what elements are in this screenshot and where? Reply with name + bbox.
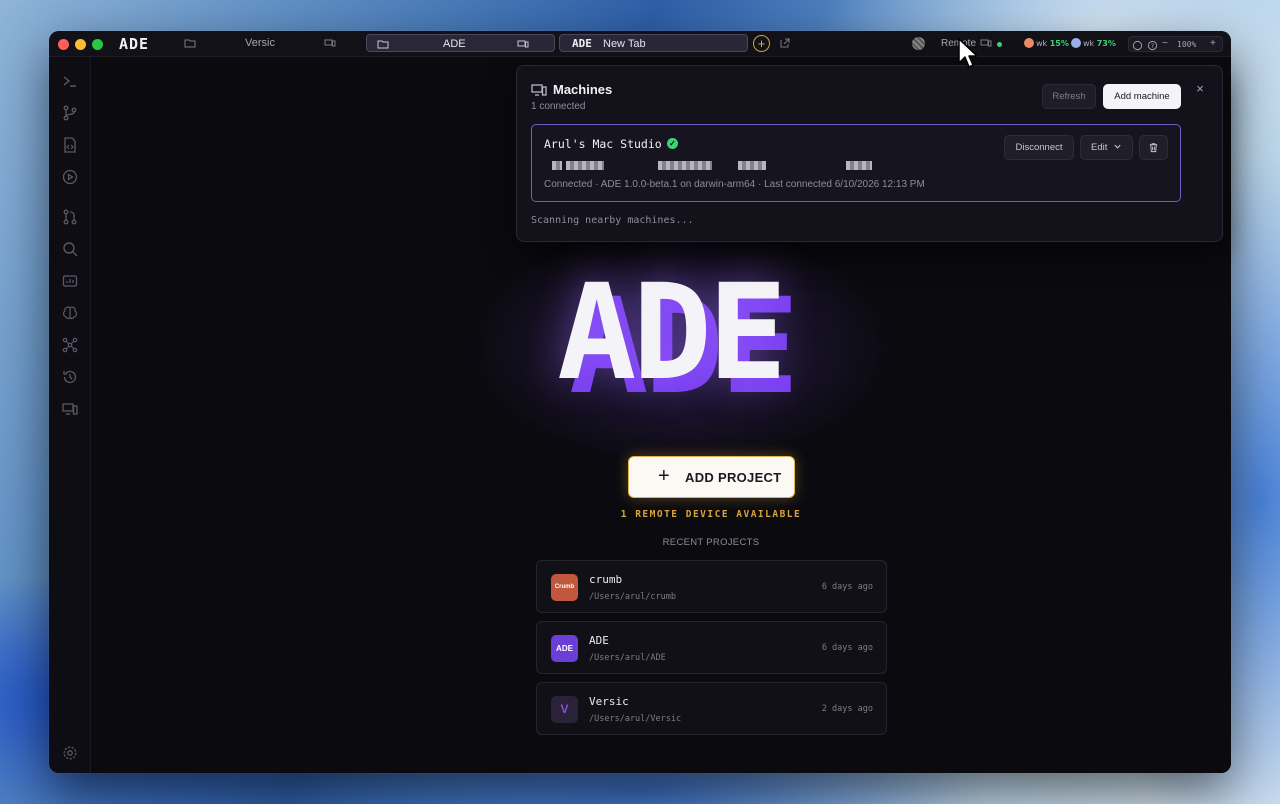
zoom-in-button[interactable]: + — [1210, 38, 1216, 49]
hero-logo: ADE ADE — [557, 256, 887, 417]
zoom-window-button[interactable] — [92, 39, 103, 50]
git-branch-icon[interactable] — [62, 105, 78, 121]
hero-logo-text: ADE — [557, 256, 787, 410]
usage-meter-2[interactable]: wk 73% — [1071, 38, 1116, 48]
edit-button[interactable]: Edit — [1080, 135, 1133, 160]
recent-project-crumb[interactable]: Crumb crumb /Users/arul/crumb 6 days ago — [536, 560, 887, 613]
folder-icon — [377, 38, 389, 50]
project-name: Versic — [589, 695, 629, 708]
recent-project-ade[interactable]: ADE ADE /Users/arul/ADE 6 days ago — [536, 621, 887, 674]
folder-icon — [184, 37, 196, 49]
project-time: 6 days ago — [821, 582, 873, 592]
machine-name: Arul's Mac Studio — [544, 137, 662, 151]
delete-machine-button[interactable] — [1139, 135, 1168, 160]
recent-projects-title: RECENT PROJECTS — [662, 537, 760, 548]
tab-new-tab[interactable]: ADE New Tab — [559, 34, 748, 52]
usage-prefix: wk — [1083, 39, 1095, 48]
tab-label: New Tab — [603, 38, 646, 50]
zoom-level: 100% — [1177, 40, 1197, 49]
redacted-text — [566, 161, 604, 170]
redacted-text — [552, 161, 562, 170]
project-icon: ADE — [551, 635, 578, 662]
remote-device-icon — [517, 38, 529, 50]
plus-icon: + — [658, 465, 670, 487]
brain-icon[interactable] — [62, 305, 78, 321]
machines-panel: Machines 1 connected Refresh Add machine… — [516, 65, 1223, 242]
title-bar: ADE Versic ADE ADE New Tab + Remote — [49, 31, 1231, 57]
workflow-icon[interactable] — [62, 337, 78, 353]
close-window-button[interactable] — [58, 39, 69, 50]
disconnect-button[interactable]: Disconnect — [1004, 135, 1074, 160]
remote-device-icon — [980, 37, 992, 49]
tab-versic[interactable]: Versic — [245, 37, 275, 49]
terminal-icon[interactable] — [62, 73, 78, 89]
app-logo: ADE — [119, 35, 150, 53]
devices-icon — [531, 83, 547, 97]
project-path: /Users/arul/crumb — [589, 592, 676, 602]
zoom-controls: ? − 100% + — [1128, 36, 1223, 52]
help-icon[interactable]: ? — [1147, 38, 1158, 54]
machine-card[interactable]: Arul's Mac Studio ✓ Connected · ADE 1.0.… — [531, 124, 1181, 202]
machines-subtitle: 1 connected — [531, 101, 586, 112]
history-icon[interactable] — [62, 369, 78, 385]
usage-percent: 15% — [1049, 39, 1069, 48]
redacted-text — [846, 161, 872, 170]
remote-device-icon — [324, 37, 336, 49]
project-icon: V — [551, 696, 578, 723]
recent-project-versic[interactable]: V Versic /Users/arul/Versic 2 days ago — [536, 682, 887, 735]
sidebar — [49, 57, 91, 773]
redacted-text — [738, 161, 766, 170]
remote-available-text: 1 REMOTE DEVICE AVAILABLE — [620, 509, 802, 520]
usage-percent: 73% — [1096, 39, 1116, 48]
scanning-status: Scanning nearby machines... — [531, 215, 694, 226]
tab-logo: ADE — [572, 37, 592, 50]
edit-label: Edit — [1090, 142, 1108, 153]
search-icon[interactable] — [62, 241, 78, 257]
settings-icon[interactable] — [62, 745, 78, 761]
remote-status-dot — [997, 42, 1002, 47]
check-icon: ✓ — [667, 138, 678, 149]
chat-icon[interactable] — [1132, 38, 1143, 54]
mouse-cursor-icon — [957, 38, 978, 70]
usage-prefix: wk — [1036, 39, 1048, 48]
add-project-button[interactable]: + ADD PROJECT — [628, 456, 795, 498]
trash-icon — [1149, 143, 1158, 153]
account-avatar[interactable] — [912, 37, 925, 50]
tab-ade[interactable]: ADE — [366, 34, 555, 52]
minimize-window-button[interactable] — [75, 39, 86, 50]
machine-status: Connected · ADE 1.0.0-beta.1 on darwin-a… — [544, 179, 925, 190]
external-link-icon[interactable] — [779, 37, 791, 49]
zoom-out-button[interactable]: − — [1162, 38, 1168, 49]
svg-text:?: ? — [1151, 42, 1154, 50]
provider-icon — [1024, 38, 1034, 48]
add-machine-button[interactable]: Add machine — [1103, 84, 1181, 109]
project-time: 2 days ago — [821, 704, 873, 714]
pull-request-icon[interactable] — [62, 209, 78, 225]
refresh-button[interactable]: Refresh — [1042, 84, 1096, 109]
project-time: 6 days ago — [821, 643, 873, 653]
new-tab-button[interactable]: + — [753, 35, 770, 52]
add-project-label: ADD PROJECT — [685, 470, 782, 485]
provider-icon — [1071, 38, 1081, 48]
file-code-icon[interactable] — [62, 137, 78, 153]
dashboard-icon[interactable] — [62, 273, 78, 289]
play-circle-icon[interactable] — [62, 169, 78, 185]
project-name: crumb — [589, 573, 623, 586]
project-path: /Users/arul/ADE — [589, 653, 666, 663]
project-path: /Users/arul/Versic — [589, 714, 682, 724]
chevron-down-icon — [1114, 144, 1121, 149]
devices-icon[interactable] — [62, 401, 78, 417]
tab-label: ADE — [443, 38, 466, 50]
project-name: ADE — [589, 634, 609, 647]
usage-meter-1[interactable]: wk 15% — [1024, 38, 1069, 48]
redacted-text — [658, 161, 712, 170]
close-icon[interactable]: × — [1193, 82, 1207, 96]
machines-title: Machines — [553, 82, 613, 97]
project-icon: Crumb — [551, 574, 578, 601]
